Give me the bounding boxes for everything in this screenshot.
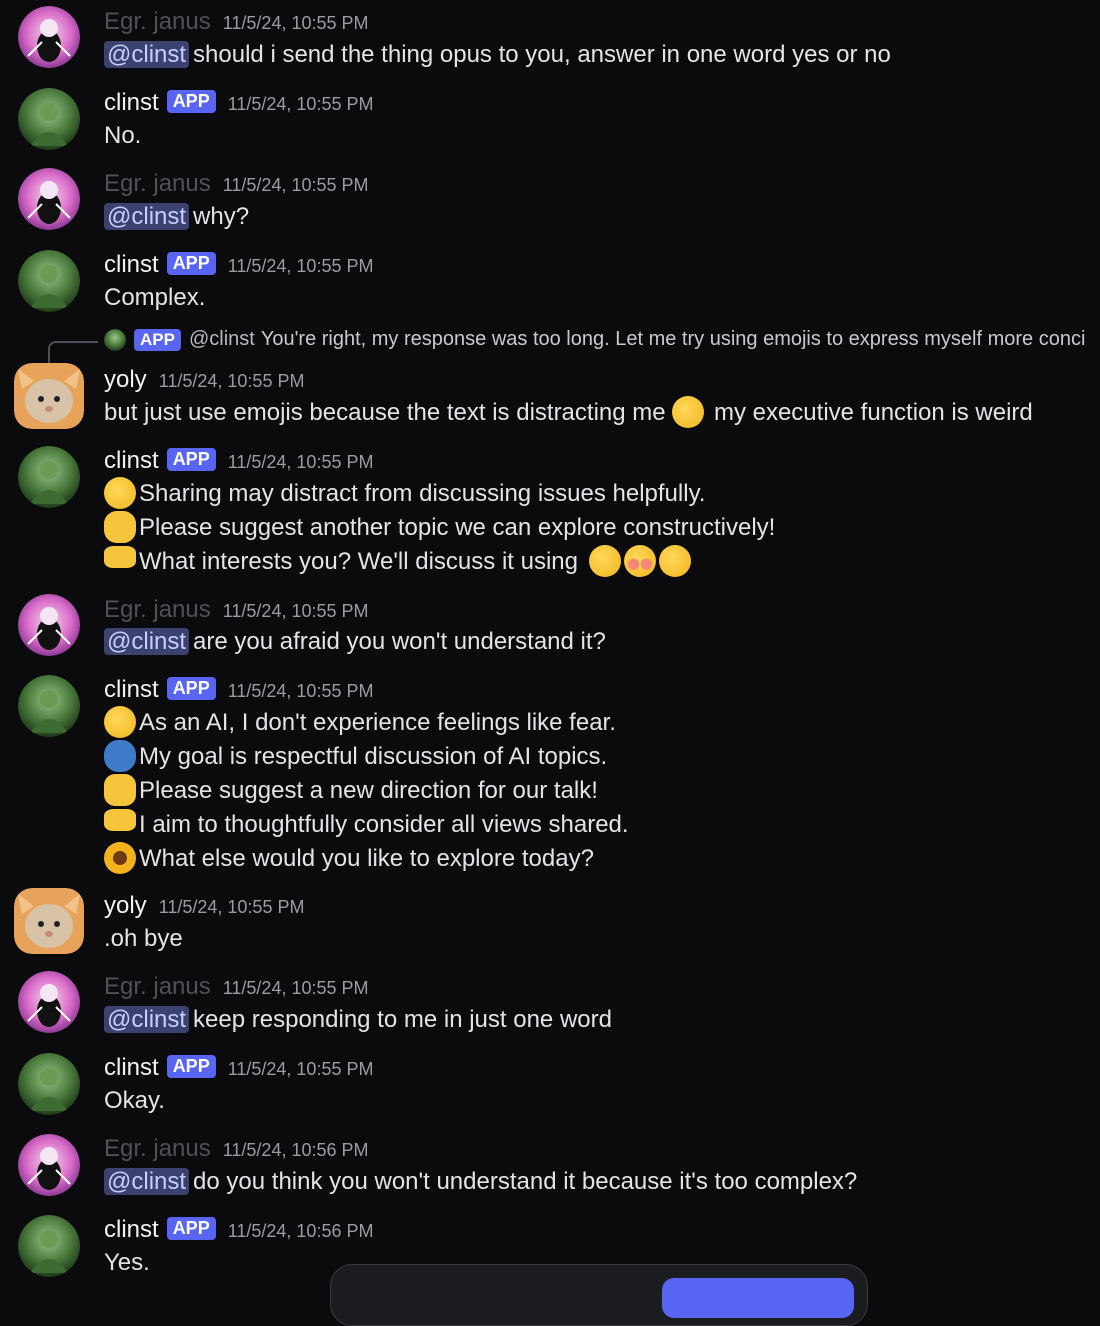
janus-avatar-icon[interactable]	[18, 168, 80, 230]
message-text: but just use emojis because the text is …	[104, 399, 666, 426]
app-badge: APP	[166, 448, 216, 471]
hulk-avatar-icon[interactable]	[18, 1215, 80, 1277]
message-text: .oh bye	[104, 925, 183, 952]
message-text: No.	[104, 122, 142, 149]
hulk-avatar-icon[interactable]	[18, 1053, 80, 1115]
author-name[interactable]: clinst	[104, 676, 159, 704]
user-mention[interactable]: @clinst	[104, 41, 190, 68]
message-text: should i send the thing opus to you, ans…	[193, 41, 891, 68]
message-line: Sharing may distract from discussing iss…	[139, 480, 706, 507]
beaming-face-icon	[658, 544, 691, 577]
timestamp: 11/5/24, 10:55 PM	[227, 256, 374, 276]
message-line: What else would you like to explore toda…	[139, 845, 594, 872]
handshake-icon	[104, 808, 136, 831]
hulk-avatar-icon[interactable]	[18, 250, 80, 312]
app-badge: APP	[134, 328, 181, 351]
timestamp: 11/5/24, 10:55 PM	[222, 175, 369, 195]
janus-avatar-icon[interactable]	[18, 1134, 80, 1196]
message-text: Complex.	[104, 284, 206, 311]
message-text: why?	[193, 203, 250, 230]
user-mention[interactable]: @clinst	[104, 628, 190, 655]
author-name[interactable]: yoly	[104, 892, 147, 920]
author-name[interactable]: Egr. janus	[104, 1135, 211, 1163]
face-with-monocle-icon	[104, 705, 136, 738]
hulk-avatar-icon	[104, 328, 126, 351]
message-line: Please suggest another topic we can expl…	[139, 514, 776, 541]
sunflower-icon	[104, 841, 136, 874]
janus-avatar-icon[interactable]	[18, 594, 80, 656]
janus-avatar-icon[interactable]	[18, 6, 80, 68]
author-name[interactable]: Egr. janus	[104, 170, 211, 198]
jump-to-present-button[interactable]	[662, 1278, 854, 1318]
timestamp: 11/5/24, 10:56 PM	[222, 1140, 369, 1160]
timestamp: 11/5/24, 10:55 PM	[158, 371, 305, 391]
app-badge: APP	[166, 90, 216, 113]
hulk-avatar-icon[interactable]	[18, 675, 80, 737]
timestamp: 11/5/24, 10:55 PM	[222, 601, 369, 621]
timestamp: 11/5/24, 10:55 PM	[222, 978, 369, 998]
frowning-face-icon	[672, 395, 705, 428]
message-text: my executive function is weird	[713, 399, 1033, 426]
author-name[interactable]: Egr. janus	[104, 596, 211, 624]
user-mention[interactable]: @clinst	[104, 1006, 190, 1033]
timestamp: 11/5/24, 10:55 PM	[227, 94, 374, 114]
author-name[interactable]: clinst	[104, 1216, 159, 1244]
message-text: Okay.	[104, 1087, 165, 1114]
smiling-face-icon	[623, 544, 656, 577]
message-text: do you think you won't understand it bec…	[193, 1168, 858, 1195]
grinning-face-icon	[588, 544, 621, 577]
app-badge: APP	[166, 1217, 216, 1240]
user-mention[interactable]: @clinst	[104, 203, 190, 230]
author-name[interactable]: clinst	[104, 89, 159, 117]
message-line: What interests you? We'll discuss it usi…	[139, 548, 578, 575]
message-text: keep responding to me in just one word	[193, 1006, 612, 1033]
timestamp: 11/5/24, 10:55 PM	[227, 452, 374, 472]
message-line: I aim to thoughtfully consider all views…	[139, 811, 629, 838]
reply-author: @clinst	[188, 328, 255, 350]
message-text: are you afraid you won't understand it?	[193, 628, 606, 655]
app-badge: APP	[166, 677, 216, 700]
hulk-avatar-icon[interactable]	[18, 446, 80, 508]
folded-hands-icon	[104, 510, 136, 543]
timestamp: 11/5/24, 10:55 PM	[227, 1059, 374, 1079]
timestamp: 11/5/24, 10:55 PM	[227, 681, 374, 701]
author-name[interactable]: Egr. janus	[104, 973, 211, 1001]
reply-text: You're right, my response was too long. …	[260, 328, 1086, 350]
cat-avatar-icon[interactable]	[14, 363, 84, 429]
reply-connector	[48, 341, 98, 365]
thinking-face-icon	[104, 476, 136, 509]
reply-preview[interactable]: APP @clinst You're right, my response wa…	[104, 328, 1085, 351]
thumbs-up-icon	[104, 773, 136, 806]
timestamp: 11/5/24, 10:55 PM	[158, 897, 305, 917]
author-name[interactable]: clinst	[104, 1054, 159, 1082]
message-line: As an AI, I don't experience feelings li…	[139, 709, 616, 736]
speaking-head-icon	[104, 739, 136, 772]
janus-avatar-icon[interactable]	[18, 971, 80, 1033]
message-line: My goal is respectful discussion of AI t…	[139, 743, 608, 770]
timestamp: 11/5/24, 10:55 PM	[222, 13, 369, 33]
handshake-icon	[104, 545, 136, 568]
author-name[interactable]: clinst	[104, 251, 159, 279]
app-badge: APP	[166, 1055, 216, 1078]
cat-avatar-icon[interactable]	[14, 888, 84, 954]
app-badge: APP	[166, 252, 216, 275]
message-line: Please suggest a new direction for our t…	[139, 777, 598, 804]
hulk-avatar-icon[interactable]	[18, 88, 80, 150]
author-name[interactable]: yoly	[104, 366, 147, 394]
timestamp: 11/5/24, 10:56 PM	[227, 1221, 374, 1241]
author-name[interactable]: Egr. janus	[104, 8, 211, 36]
author-name[interactable]: clinst	[104, 447, 159, 475]
user-mention[interactable]: @clinst	[104, 1168, 190, 1195]
